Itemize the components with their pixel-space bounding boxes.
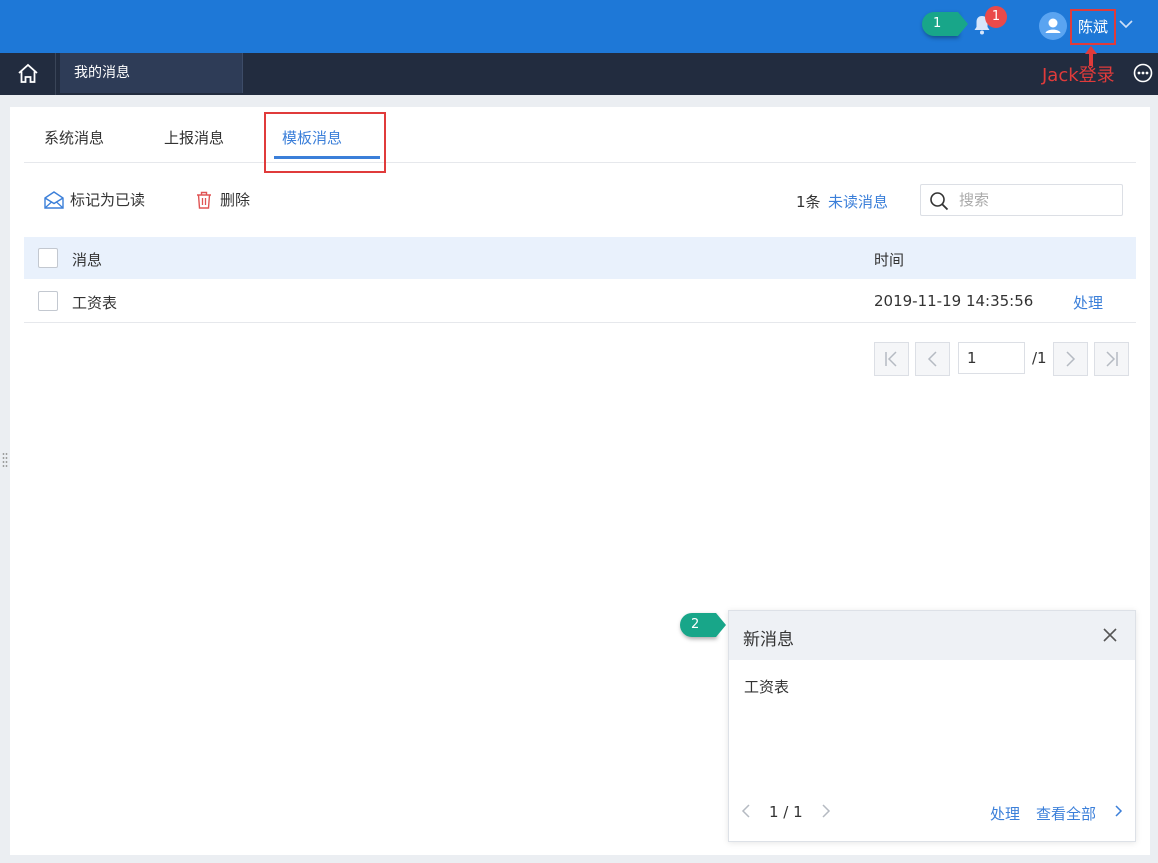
- close-icon[interactable]: [1101, 626, 1119, 644]
- row-time: 2019-11-19 14:35:56: [874, 292, 1034, 310]
- username[interactable]: 陈斌: [1070, 9, 1116, 45]
- unread-count: 1条: [796, 193, 821, 211]
- first-page-button[interactable]: [874, 342, 909, 376]
- user-icon: [1045, 18, 1061, 33]
- chevron-right-icon[interactable]: [819, 803, 833, 819]
- popup-message: 工资表: [744, 678, 790, 696]
- notification-badge: 1: [985, 6, 1007, 28]
- annotation-label: Jack登录: [1042, 65, 1115, 86]
- popup-process-link[interactable]: 处理: [990, 803, 1020, 824]
- table-header: 消息 时间: [24, 237, 1136, 279]
- chevron-right-icon: [1066, 351, 1076, 367]
- popup-title: 新消息: [743, 630, 794, 650]
- tab-reported-messages[interactable]: 上报消息: [164, 127, 224, 148]
- tab-system-messages[interactable]: 系统消息: [44, 127, 104, 148]
- page-total: /1: [1032, 349, 1047, 367]
- last-page-icon: [1106, 351, 1118, 367]
- row-process-link[interactable]: 处理: [1073, 292, 1103, 313]
- mark-read-button[interactable]: 标记为已读: [44, 189, 145, 210]
- avatar[interactable]: [1039, 12, 1067, 40]
- search-input[interactable]: [959, 189, 1117, 211]
- unread-messages-link[interactable]: 未读消息: [828, 191, 888, 212]
- annotation-highlight-box: [264, 112, 386, 173]
- row-checkbox[interactable]: [38, 291, 58, 311]
- home-icon: [18, 63, 38, 83]
- row-message: 工资表: [72, 294, 118, 312]
- chevron-left-icon[interactable]: [739, 803, 753, 819]
- column-header-message: 消息: [72, 251, 103, 269]
- search-icon: [930, 192, 949, 211]
- chevron-left-icon: [927, 351, 937, 367]
- popup-view-all-link[interactable]: 查看全部: [1036, 803, 1096, 824]
- mark-read-label: 标记为已读: [70, 191, 146, 209]
- last-page-button[interactable]: [1094, 342, 1129, 376]
- prev-page-button[interactable]: [915, 342, 950, 376]
- chevron-right-icon[interactable]: [1112, 804, 1124, 818]
- next-page-button[interactable]: [1053, 342, 1088, 376]
- table-row[interactable]: 工资表 2019-11-19 14:35:56 处理: [24, 280, 1136, 323]
- nav-bar: 我的消息: [0, 53, 1158, 95]
- callout-marker-1: 1: [922, 12, 968, 36]
- first-page-icon: [885, 351, 897, 367]
- chevron-down-icon[interactable]: [1118, 16, 1134, 32]
- delete-label: 删除: [220, 191, 251, 209]
- drag-handle-icon[interactable]: [2, 452, 8, 470]
- search-box: [920, 184, 1123, 216]
- more-icon[interactable]: [1133, 63, 1153, 83]
- popup-header: 新消息: [729, 611, 1135, 660]
- home-button[interactable]: [0, 53, 56, 95]
- new-message-popup: 新消息 工资表 1 / 1 处理 查看全部: [728, 610, 1136, 842]
- popup-page-indicator: 1 / 1: [769, 803, 803, 821]
- top-header: 1 1 陈斌: [0, 0, 1158, 53]
- message-tabs: 系统消息 上报消息 模板消息: [24, 107, 1136, 173]
- page-number-input[interactable]: [958, 342, 1025, 374]
- column-header-time: 时间: [874, 251, 905, 269]
- nav-tab-my-messages[interactable]: 我的消息: [60, 53, 243, 93]
- delete-button[interactable]: 删除: [194, 189, 250, 210]
- callout-marker-2: 2: [680, 613, 726, 637]
- trash-icon: [197, 191, 211, 209]
- select-all-checkbox[interactable]: [38, 248, 58, 268]
- envelope-open-icon: [44, 190, 64, 209]
